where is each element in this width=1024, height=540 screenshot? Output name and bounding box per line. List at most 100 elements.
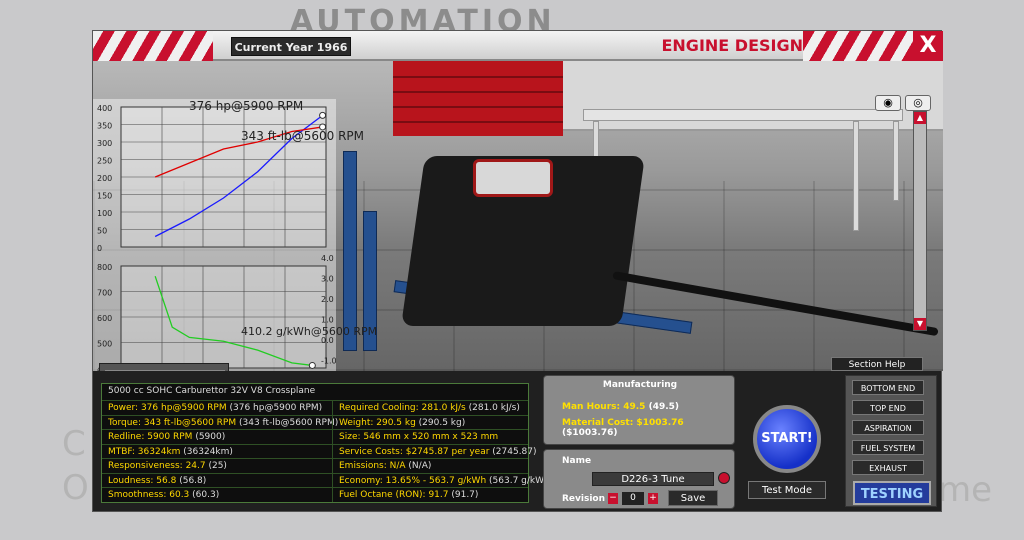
current-year-label: Current Year 1966: [231, 37, 351, 56]
econ-y2-tick: 3.0: [321, 275, 334, 284]
power-y-tick: 0: [97, 244, 102, 253]
stat-text: Smoothness: 60.3: [108, 490, 193, 500]
stat-prior-value: (60.3): [192, 490, 220, 500]
stat-row-left: Torque: 343 ft-lb@5600 RPM (343 ft-lb@56…: [102, 414, 338, 430]
economy-peak-marker: [308, 361, 316, 369]
revision-field[interactable]: 0: [622, 492, 644, 505]
economy-peak-label: 410.2 g/kWh@5600 RPM: [241, 325, 378, 338]
background-text-left-2: O: [62, 468, 89, 508]
title-bar: Current Year 1966 ENGINE DESIGN X: [93, 31, 943, 61]
man-hours-paren: (49.5): [648, 402, 680, 412]
power-y-tick: 50: [97, 227, 107, 236]
stat-row-right: Required Cooling: 281.0 kJ/s (281.0 kJ/s…: [332, 400, 528, 415]
save-button[interactable]: Save: [668, 490, 718, 506]
stat-text: Responsiveness: 24.7: [108, 461, 209, 471]
nav-fuel-system[interactable]: FUEL SYSTEM: [852, 440, 924, 455]
stat-row-left: MTBF: 36324km (36324km): [102, 443, 332, 459]
stat-prior-value: (56.8): [179, 475, 207, 486]
material-cost-value: Material Cost: $1003.76: [562, 418, 684, 428]
stat-prior-value: (281.0 kJ/s): [468, 403, 520, 413]
title-stripes-right: [803, 31, 913, 61]
econ-y-tick: 800: [97, 263, 112, 272]
scroll-up-arrow-icon[interactable]: ▲: [914, 112, 926, 124]
econ-y-tick: 600: [97, 314, 112, 323]
engine-stats-panel: 5000 cc SOHC Carburettor 32V V8 Crosspla…: [101, 383, 553, 503]
eye-icon[interactable]: ◎: [905, 95, 931, 111]
stat-prior-value: (91.7): [451, 490, 479, 500]
stat-prior-value: (5900): [195, 432, 226, 442]
econ-y-tick: 500: [97, 340, 112, 349]
hp-peak-marker: [319, 111, 327, 119]
title-stripes-left: [93, 31, 213, 61]
stat-row-right: Fuel Octane (RON): 91.7 (91.7): [332, 487, 528, 502]
stat-text: Torque: 343 ft-lb@5600 RPM: [108, 417, 239, 428]
stat-row-left: Power: 376 hp@5900 RPM (376 hp@5900 RPM): [102, 400, 332, 415]
stat-prior-value: (2745.87): [492, 446, 537, 457]
nav-aspiration[interactable]: ASPIRATION: [852, 420, 924, 435]
nav-exhaust[interactable]: EXHAUST: [852, 460, 924, 475]
power-y-tick: 100: [97, 209, 112, 218]
zoom-scrollbar[interactable]: ▲ ▼: [913, 111, 927, 331]
section-help-button[interactable]: Section Help: [831, 357, 923, 371]
stat-text: Weight: 290.5 kg: [339, 417, 419, 428]
power-y-tick: 200: [97, 174, 112, 183]
name-random-button[interactable]: [718, 472, 730, 484]
econ-y2-tick: 1.0: [321, 316, 334, 325]
stat-row-right: Weight: 290.5 kg (290.5 kg): [332, 414, 528, 430]
econ-y-tick: 700: [97, 289, 112, 298]
power-y-tick: 350: [97, 122, 112, 131]
stat-prior-value: (290.5 kg): [418, 417, 466, 428]
stat-text: Redline: 5900 RPM: [108, 432, 196, 442]
chart-rpm-slider[interactable]: [99, 363, 229, 371]
name-panel: Name D226-3 Tune Revision − 0 + Save: [543, 449, 735, 509]
nav-bottom-end[interactable]: BOTTOM END: [852, 380, 924, 395]
stat-text: Emissions: N/A: [339, 461, 409, 471]
nav-top-end[interactable]: TOP END: [852, 400, 924, 415]
power-y-tick: 400: [97, 104, 112, 113]
power-y-tick: 250: [97, 157, 112, 166]
workbench-leg: [853, 121, 859, 231]
torque-peak-label: 343 ft-lb@5600 RPM: [241, 129, 364, 143]
material-cost: Material Cost: $1003.76 ($1003.76): [562, 418, 734, 438]
slider-bar: [105, 370, 225, 371]
engine-name-field[interactable]: D226-3 Tune: [592, 472, 714, 486]
camera-icon[interactable]: ◉: [875, 95, 901, 111]
stat-text: Economy: 13.65% - 563.7 g/kWh: [339, 475, 490, 486]
revision-label: Revision: [562, 494, 606, 504]
stat-text: Service Costs: $2745.87 per year: [339, 446, 493, 457]
hp-peak-label: 376 hp@5900 RPM: [189, 99, 304, 113]
workbench-leg: [893, 121, 899, 201]
man-hours-value: Man Hours: 49.5: [562, 402, 646, 412]
stat-row-left: Responsiveness: 24.7 (25): [102, 458, 332, 473]
stat-prior-value: (25): [208, 461, 227, 471]
test-mode-button[interactable]: Test Mode: [748, 481, 826, 499]
stat-row-right: Emissions: N/A (N/A): [332, 458, 528, 473]
revision-decrement-button[interactable]: −: [608, 493, 618, 504]
engine-viewport[interactable]: 4003503002502001501005008007006005004004…: [93, 61, 943, 371]
tool-cabinet: [393, 61, 563, 136]
scroll-down-arrow-icon[interactable]: ▼: [914, 318, 926, 330]
material-cost-paren: ($1003.76): [562, 428, 618, 438]
manufacturing-panel: Manufacturing Man Hours: 49.5 (49.5) Mat…: [543, 375, 735, 445]
revision-increment-button[interactable]: +: [648, 493, 658, 504]
stat-row-left: Loudness: 56.8 (56.8): [102, 472, 332, 488]
stat-text: Required Cooling: 281.0 kJ/s: [339, 403, 469, 413]
stat-prior-value: (376 hp@5900 RPM): [229, 403, 323, 413]
stat-text: Size: 546 mm x 520 mm x 523 mm: [339, 432, 499, 442]
workbench: [583, 109, 903, 121]
stat-text: Fuel Octane (RON): 91.7: [339, 490, 452, 500]
close-button[interactable]: X: [913, 31, 943, 61]
stat-text: MTBF: 36324km: [108, 446, 184, 457]
econ-y2-tick: 4.0: [321, 254, 334, 263]
background-text-left-1: C: [62, 424, 86, 464]
nav-testing[interactable]: TESTING: [853, 481, 931, 505]
econ-y2-tick: -1.0: [321, 357, 336, 366]
engine-stand: [343, 151, 357, 351]
window-title: ENGINE DESIGN: [661, 36, 803, 55]
stat-row-right: Size: 546 mm x 520 mm x 523 mm: [332, 429, 528, 444]
stat-text: Loudness: 56.8: [108, 475, 180, 486]
stat-row-left: Redline: 5900 RPM (5900): [102, 429, 332, 444]
engine-intake: [473, 159, 553, 197]
stat-row-right: Economy: 13.65% - 563.7 g/kWh (563.7 g/k…: [332, 472, 553, 488]
start-button[interactable]: START!: [753, 405, 821, 473]
